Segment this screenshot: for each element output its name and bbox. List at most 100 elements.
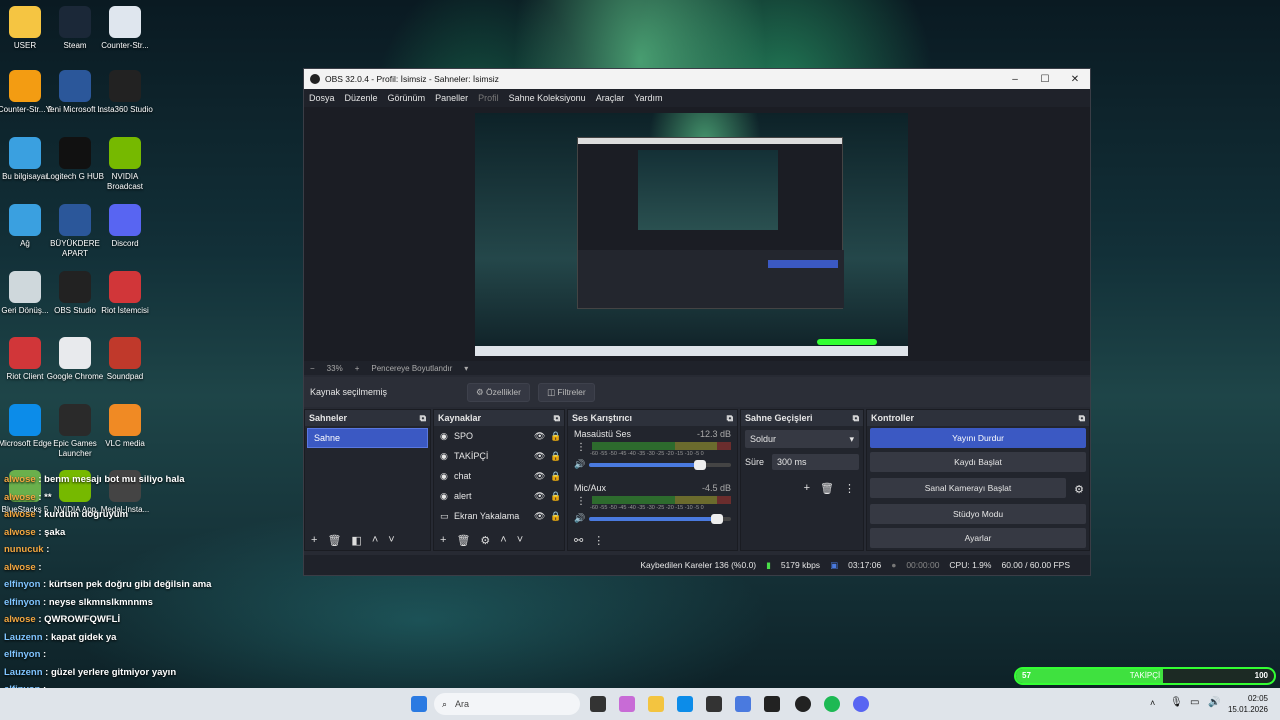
menu-duzenle[interactable]: Düzenle xyxy=(345,93,378,103)
file-explorer-icon[interactable] xyxy=(648,696,664,712)
volume-icon[interactable]: 🔊 xyxy=(574,459,585,470)
trash-icon[interactable]: 🗑 xyxy=(456,534,470,547)
menu-dosya[interactable]: Dosya xyxy=(309,93,335,103)
more-icon[interactable]: ⋮ xyxy=(576,496,586,507)
desktop-icon-riot-i-stemcisi[interactable]: Riot İstemcisi xyxy=(93,271,157,316)
source-label: Ekran Yakalama xyxy=(454,511,520,521)
start-virtual-camera-button[interactable]: Sanal Kamerayı Başlat xyxy=(870,478,1066,498)
chevron-up-icon[interactable]: ˄ xyxy=(500,534,506,546)
gear-icon[interactable]: ⚙ xyxy=(1069,483,1089,496)
discord-icon[interactable] xyxy=(853,696,869,712)
close-button[interactable]: ✕ xyxy=(1060,74,1090,85)
chat-message: alwose : şaka xyxy=(4,527,65,538)
gear-icon[interactable]: ⚙ xyxy=(480,534,490,547)
remote-icon[interactable] xyxy=(735,696,751,712)
lock-icon[interactable]: 🔒 xyxy=(550,471,564,482)
desktop-icon-counter-str-[interactable]: Counter-Str... xyxy=(93,6,157,51)
transition-select[interactable]: Soldur ▾ xyxy=(745,430,859,448)
source-item[interactable]: ◉ alert 👁 🔒 xyxy=(434,486,564,506)
duration-input[interactable]: 300 ms xyxy=(772,454,859,470)
chevron-down-icon[interactable]: ˅ xyxy=(388,534,394,546)
menu-sahne-koleksiyonu[interactable]: Sahne Koleksiyonu xyxy=(509,93,586,103)
search-box[interactable]: ⌕ Ara xyxy=(434,693,580,715)
copilot-icon[interactable] xyxy=(619,696,635,712)
source-item[interactable]: ◉ chat 👁 🔒 xyxy=(434,466,564,486)
fit-to-window-dropdown[interactable]: Pencereye Boyutlandır xyxy=(371,364,452,373)
settings-button[interactable]: Ayarlar xyxy=(870,528,1086,548)
source-item[interactable]: ◉ TAKİPÇİ 👁 🔒 xyxy=(434,446,564,466)
dock-float-icon[interactable]: ⧉ xyxy=(420,413,426,424)
dock-float-icon[interactable]: ⧉ xyxy=(727,413,733,424)
spotify-icon[interactable] xyxy=(824,696,840,712)
chevron-up-icon[interactable]: ˄ xyxy=(1150,698,1155,708)
properties-button[interactable]: ⚙ Özellikler xyxy=(467,382,530,402)
network-icon[interactable]: ▭ xyxy=(1190,697,1199,708)
chevron-up-icon[interactable]: ˄ xyxy=(372,534,378,546)
preview-canvas[interactable] xyxy=(475,113,908,356)
volume-slider[interactable] xyxy=(589,513,731,524)
filters-button[interactable]: ◫ Filtreler xyxy=(537,382,595,402)
chevron-down-icon[interactable]: ˅ xyxy=(517,534,523,546)
task-view-icon[interactable] xyxy=(590,696,606,712)
zoom-in-button[interactable]: + xyxy=(355,364,360,373)
lock-icon[interactable]: 🔒 xyxy=(550,511,564,522)
preview-area[interactable] xyxy=(304,107,1090,361)
volume-knob[interactable] xyxy=(693,459,706,470)
more-icon[interactable]: ⋮ xyxy=(844,482,855,495)
menu-yardim[interactable]: Yardım xyxy=(634,93,662,103)
eye-icon[interactable]: 👁 xyxy=(534,431,550,442)
chevron-down-icon[interactable]: ▾ xyxy=(464,364,468,373)
add-icon[interactable]: + xyxy=(440,534,446,546)
menu-profil[interactable]: Profil xyxy=(478,93,499,103)
zoom-out-button[interactable]: − xyxy=(310,364,315,373)
scene-filter-icon[interactable]: ◧ xyxy=(351,534,361,547)
eye-icon[interactable]: 👁 xyxy=(534,451,550,462)
desktop-icon-discord[interactable]: Discord xyxy=(93,204,157,249)
trash-icon[interactable]: 🗑 xyxy=(327,534,341,547)
desktop-icon-insta360-studio[interactable]: Insta360 Studio xyxy=(93,70,157,115)
add-icon[interactable]: + xyxy=(804,482,810,495)
add-icon[interactable]: + xyxy=(311,534,317,546)
edge-icon[interactable] xyxy=(677,696,693,712)
source-item[interactable]: ◉ SPO 👁 🔒 xyxy=(434,426,564,446)
desktop-icon-vlc-media[interactable]: VLC media xyxy=(93,404,157,449)
desktop-icon-nvidia-broadcast[interactable]: NVIDIA Broadcast xyxy=(93,137,157,192)
advanced-audio-icon[interactable]: ⚯ xyxy=(574,534,583,547)
volume-icon[interactable]: 🔊 xyxy=(574,513,585,524)
start-icon[interactable] xyxy=(411,696,427,712)
store-icon[interactable] xyxy=(706,696,722,712)
start-recording-button[interactable]: Kaydı Başlat xyxy=(870,452,1086,472)
maximize-button[interactable]: ☐ xyxy=(1030,74,1060,85)
stop-stream-button[interactable]: Yayını Durdur xyxy=(870,428,1086,448)
obs-icon[interactable] xyxy=(795,696,811,712)
more-icon[interactable]: ⋮ xyxy=(593,534,604,547)
volume-knob[interactable] xyxy=(710,513,723,524)
lock-icon[interactable]: 🔒 xyxy=(550,451,564,462)
clock[interactable]: 02:05 15.01.2026 xyxy=(1218,693,1268,715)
menu-paneller[interactable]: Paneller xyxy=(435,93,468,103)
more-icon[interactable]: ⋮ xyxy=(576,442,586,453)
title-bar[interactable]: OBS 32.0.4 - Profil: İsimsiz - Sahneler:… xyxy=(304,69,1090,89)
eye-icon[interactable]: 👁 xyxy=(534,471,550,482)
eye-icon[interactable]: 👁 xyxy=(534,511,550,522)
search-placeholder: Ara xyxy=(455,699,470,709)
dock-float-icon[interactable]: ⧉ xyxy=(853,413,859,424)
dock-float-icon[interactable]: ⧉ xyxy=(1079,413,1085,424)
minimize-button[interactable]: – xyxy=(1000,74,1030,85)
source-type-icon: ▭ xyxy=(440,510,449,521)
trash-icon[interactable]: 🗑 xyxy=(820,482,834,495)
source-item[interactable]: ▭ Ekran Yakalama 👁 🔒 xyxy=(434,506,564,526)
dock-float-icon[interactable]: ⧉ xyxy=(554,413,560,424)
lock-icon[interactable]: 🔒 xyxy=(550,491,564,502)
menu-araclar[interactable]: Araçlar xyxy=(596,93,625,103)
studio-mode-button[interactable]: Stüdyo Modu xyxy=(870,504,1086,524)
volume-slider[interactable] xyxy=(589,459,731,470)
app-icon[interactable] xyxy=(764,696,780,712)
lock-icon[interactable]: 🔒 xyxy=(550,431,564,442)
eye-icon[interactable]: 👁 xyxy=(534,491,550,502)
scene-item[interactable]: Sahne xyxy=(307,428,428,448)
mic-icon[interactable]: 🎙 xyxy=(1170,697,1183,708)
desktop-icon-soundpad[interactable]: Soundpad xyxy=(93,337,157,382)
obs-window[interactable]: OBS 32.0.4 - Profil: İsimsiz - Sahneler:… xyxy=(303,68,1091,576)
menu-gorunum[interactable]: Görünüm xyxy=(388,93,426,103)
